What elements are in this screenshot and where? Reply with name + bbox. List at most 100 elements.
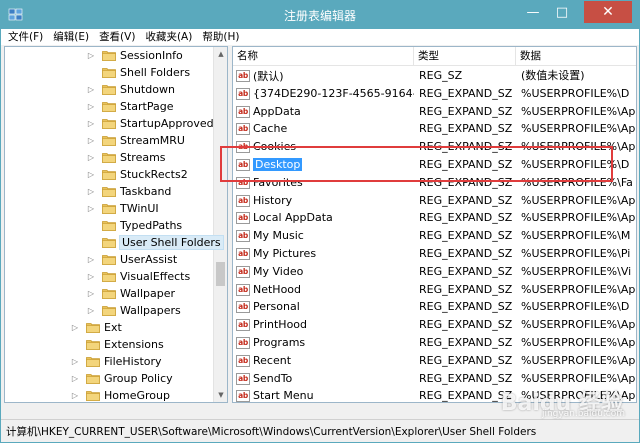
value-row[interactable]: ab History REG_EXPAND_SZ %USERPROFILE%\Ap [233,192,636,209]
value-row[interactable]: ab Personal REG_EXPAND_SZ %USERPROFILE%\D [233,298,636,315]
value-row[interactable]: ab Desktop REG_EXPAND_SZ %USERPROFILE%\D [233,156,636,173]
tree-item[interactable]: User Shell Folders [86,234,224,251]
value-data: %USERPROFILE%\Ap [521,122,636,135]
key-tree-pane[interactable]: ▲ ▼ ▷ SessionInfo Shell Folders ▷ Shutdown ▷ S… [4,46,228,403]
tree-item[interactable]: ▷ HomeGroup [70,387,170,402]
value-row[interactable]: ab Cookies REG_EXPAND_SZ %USERPROFILE%\Ap [233,138,636,155]
value-row[interactable]: ab Programs REG_EXPAND_SZ %USERPROFILE%\Ap [233,334,636,351]
tree-item[interactable]: ▷ StreamMRU [86,132,185,149]
status-bar: 计算机\HKEY_CURRENT_USER\Software\Microsoft… [1,419,639,442]
menu-view[interactable]: 查看(V) [94,29,140,45]
tree-item[interactable]: TypedPaths [86,217,182,234]
value-type: REG_EXPAND_SZ [419,300,513,313]
tree-item[interactable]: ▷ TWinUI [86,200,159,217]
tree-item[interactable]: ▷ Shutdown [86,81,175,98]
expand-chevron-icon[interactable]: ▷ [86,51,96,60]
value-type: REG_EXPAND_SZ [419,389,513,402]
tree-item[interactable]: ▷ FileHistory [70,353,162,370]
value-row[interactable]: ab Cache REG_EXPAND_SZ %USERPROFILE%\Ap [233,120,636,137]
value-row[interactable]: ab PrintHood REG_EXPAND_SZ %USERPROFILE%\Ap [233,316,636,333]
tree-item[interactable]: Extensions [70,336,164,353]
tree-item[interactable]: ▷ Wallpaper [86,285,175,302]
value-row[interactable]: ab (默认) REG_SZ (数值未设置) [233,67,636,84]
expand-chevron-icon[interactable]: ▷ [86,289,96,298]
tree-item[interactable]: ▷ Taskband [86,183,172,200]
tree-item[interactable]: ▷ VisualEffects [86,268,190,285]
value-data: %USERPROFILE%\D [521,158,630,171]
value-row[interactable]: ab{374DE290-123F-4565-9164-39... REG_EXPA… [233,85,636,102]
tree-item[interactable]: ▷ Ext [70,319,122,336]
expand-chevron-icon[interactable]: ▷ [86,170,96,179]
value-row[interactable]: ab AppData REG_EXPAND_SZ %USERPROFILE%\Ap [233,103,636,120]
expand-chevron-icon[interactable]: ▷ [86,85,96,94]
expand-chevron-icon[interactable]: ▷ [70,357,80,366]
tree-item[interactable]: ▷ SessionInfo [86,47,183,64]
expand-chevron-icon[interactable]: ▷ [86,204,96,213]
expand-chevron-icon[interactable]: ▷ [70,323,80,332]
menu-file[interactable]: 文件(F) [1,29,48,45]
string-value-icon: ab [236,354,250,367]
expand-chevron-icon[interactable]: ▷ [86,187,96,196]
value-row[interactable]: ab My Video REG_EXPAND_SZ %USERPROFILE%\Vi [233,263,636,280]
folder-icon [102,237,116,248]
tree-item[interactable]: ▷ Streams [86,149,166,166]
tree-item[interactable]: ▷ StartPage [86,98,174,115]
value-type: REG_EXPAND_SZ [419,354,513,367]
value-name: Desktop [253,158,303,171]
value-name: AppData [253,105,301,118]
tree-item-label: StartPage [120,100,174,113]
value-name: My Video [253,265,304,278]
close-button[interactable]: ✕ [584,1,632,23]
tree-item-label: VisualEffects [120,270,191,283]
expand-chevron-icon[interactable]: ▷ [70,374,80,383]
menu-help[interactable]: 帮助(H) [197,29,244,45]
expand-chevron-icon[interactable]: ▷ [86,119,96,128]
value-name-cell: ab Recent [236,352,414,369]
value-row[interactable]: ab NetHood REG_EXPAND_SZ %USERPROFILE%\Ap [233,281,636,298]
expand-chevron-icon[interactable]: ▷ [86,136,96,145]
value-row[interactable]: ab My Pictures REG_EXPAND_SZ %USERPROFILE%\… [233,245,636,262]
tree-item[interactable]: Shell Folders [86,64,190,81]
expand-chevron-icon[interactable]: ▷ [70,391,80,400]
value-name: {374DE290-123F-4565-9164-39... [253,87,414,100]
values-list-pane[interactable]: 名称 类型 数据 ab (默认) REG_SZ (数值未设置) ab {374DE290-… [232,46,637,403]
menu-favorites[interactable]: 收藏夹(A) [140,29,197,45]
minimize-button[interactable]: — [518,1,548,23]
value-name: (默认) [253,69,284,83]
tree-item[interactable]: ▷ StuckRects2 [86,166,188,183]
column-header-name[interactable]: 名称 [233,47,414,66]
value-row[interactable]: ab My Music REG_EXPAND_SZ %USERPROFILE%\M [233,227,636,244]
tree-item-label: Wallpaper [120,287,176,300]
menu-edit[interactable]: 编辑(E) [48,29,94,45]
expand-chevron-icon[interactable]: ▷ [86,102,96,111]
value-row[interactable]: ab Favorites REG_EXPAND_SZ %USERPROFILE%\Fa [233,174,636,191]
title-bar[interactable]: 注册表编辑器 — □ ✕ [1,1,639,29]
tree-item[interactable]: ▷ StartupApproved [86,115,214,132]
tree-scrollbar[interactable]: ▲ ▼ [213,47,227,402]
value-name: History [253,194,293,207]
column-header-data[interactable]: 数据 [516,47,636,66]
value-name: PrintHood [253,318,308,331]
expand-chevron-icon[interactable]: ▷ [86,306,96,315]
value-row[interactable]: ab Recent REG_EXPAND_SZ %USERPROFILE%\Ap [233,352,636,369]
scroll-up-arrow-icon[interactable]: ▲ [214,47,227,61]
column-header-type[interactable]: 类型 [414,47,516,66]
value-row[interactable]: ab Local AppData REG_EXPAND_SZ %USERPROFILE… [233,209,636,226]
tree-item[interactable]: ▷ Group Policy [70,370,173,387]
tree-item[interactable]: ▷ UserAssist [86,251,177,268]
scrollbar-thumb[interactable] [216,262,225,286]
expand-chevron-icon[interactable]: ▷ [86,272,96,281]
folder-icon [102,50,116,61]
expand-chevron-icon[interactable]: ▷ [86,255,96,264]
expand-chevron-icon[interactable]: ▷ [86,153,96,162]
scroll-down-arrow-icon[interactable]: ▼ [214,388,227,402]
string-value-icon: ab [236,389,250,402]
string-value-icon: ab [236,265,250,278]
tree-item[interactable]: ▷ Wallpapers [86,302,181,319]
maximize-button[interactable]: □ [547,1,577,23]
value-type: REG_EXPAND_SZ [419,318,513,331]
tree-item-label: Shell Folders [120,66,191,79]
tree-item-label: Group Policy [104,372,173,385]
tree-item-label: Shutdown [120,83,175,96]
value-name-cell: ab Favorites [236,174,414,191]
